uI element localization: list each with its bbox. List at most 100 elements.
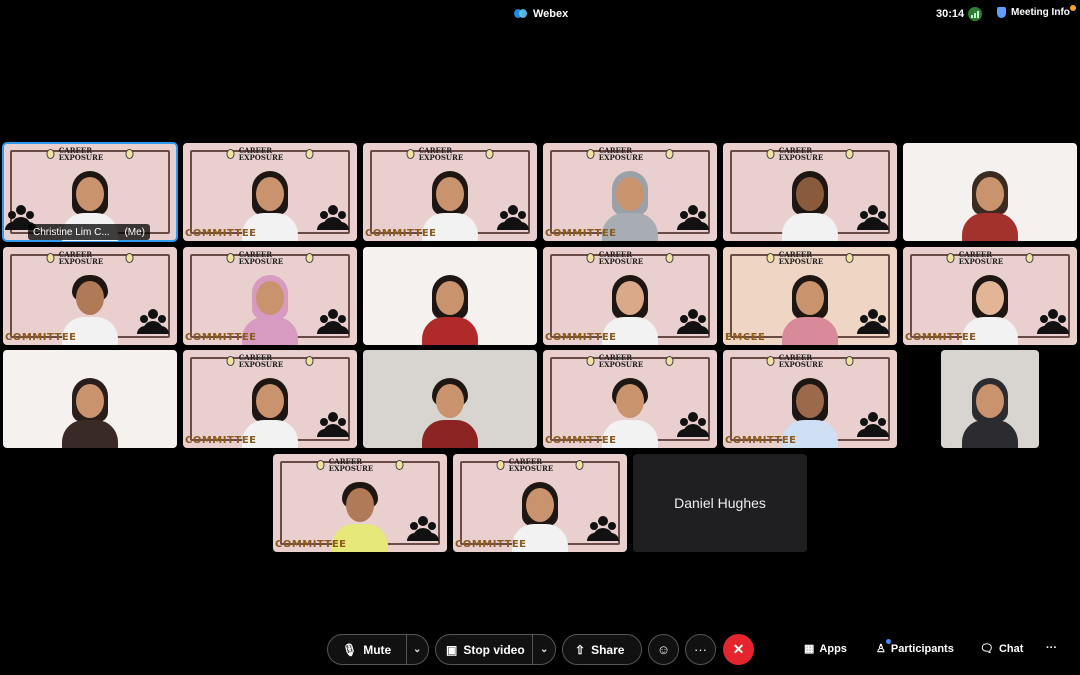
participant-tile[interactable]: CAREER EXPOSURE COMMITTEE [543,247,717,345]
participant-tile[interactable]: CAREER EXPOSURE [723,143,897,241]
people-group-icon [409,516,437,540]
seal-icon [485,149,494,159]
share-label: Share [591,642,625,657]
stop-video-button[interactable]: ▣ Stop video [436,634,532,665]
seal-icon [125,253,134,263]
participant-tile[interactable]: CAREER EXPOSURE COMMITTEE [183,350,357,448]
close-icon: ✕ [732,641,745,657]
participant-video [780,163,840,241]
participant-tile[interactable]: CAREER EXPOSURE COMMITTEE [453,454,627,552]
banner-brand: CAREER EXPOSURE [778,250,824,266]
banner-brand: CAREER EXPOSURE [238,250,284,266]
app-title: Webex [514,7,568,20]
tile-banner: CAREER EXPOSURE [226,353,314,369]
apps-button[interactable]: ▦ Apps [804,642,847,656]
participant-tile[interactable] [3,350,177,448]
chevron-down-icon[interactable]: ⌄ [533,644,555,655]
chat-button[interactable]: 🗨 Chat [980,642,1023,656]
participant-tile[interactable]: CAREER EXPOSURE EMCEE [723,247,897,345]
participant-tile[interactable]: CAREER EXPOSURE COMMITTEE [273,454,447,552]
tile-banner: CAREER EXPOSURE [226,250,314,266]
tile-banner: CAREER EXPOSURE [586,250,674,266]
banner-brand: CAREER EXPOSURE [598,353,644,369]
participant-tile[interactable] [903,143,1077,241]
seal-icon [226,149,235,159]
banner-brand: CAREER EXPOSURE [238,353,284,369]
tile-banner: CAREER EXPOSURE [946,250,1034,266]
meeting-timer: 30:14 [936,8,965,20]
overflow-button[interactable]: ··· [1046,642,1057,654]
participant-tile[interactable]: CAREER EXPOSURE COMMITTEE [3,247,177,345]
participant-tile[interactable]: CAREER EXPOSURE COMMITTEE [723,350,897,448]
shield-icon [997,7,1006,18]
participant-video [60,370,120,448]
more-icon: ··· [694,642,707,657]
participant-tile[interactable]: CAREER EXPOSURE COMMITTEE [543,350,717,448]
seal-icon [305,253,314,263]
seal-icon [305,356,314,366]
apps-icon: ▦ [804,643,815,655]
tile-banner: CAREER EXPOSURE [586,147,674,161]
tile-banner: CAREER EXPOSURE [406,147,494,161]
people-group-icon [859,205,887,229]
committee-label: COMMITTEE [5,332,77,343]
committee-label: COMMITTEE [275,539,347,550]
tile-banner: CAREER EXPOSURE [226,147,314,161]
participants-label: Participants [890,642,954,655]
seal-icon [946,253,955,263]
more-button[interactable]: ··· [685,634,716,665]
chat-icon: 🗨 [980,643,994,655]
people-group-icon [859,412,887,436]
seal-icon [316,460,325,470]
people-group-icon [589,516,617,540]
tile-banner: CAREER EXPOSURE [46,251,134,265]
seal-icon [496,460,505,470]
committee-label: COMMITTEE [455,539,527,550]
seal-icon [665,356,674,366]
seal-icon [305,149,314,159]
seal-icon [575,460,584,470]
committee-label: COMMITTEE [725,435,797,446]
tile-banner: CAREER EXPOSURE [46,146,134,162]
banner-brand: CAREER EXPOSURE [58,146,104,162]
participant-tile[interactable]: CAREER EXPOSURE COMMITTEE [903,247,1077,345]
me-tag: (Me) [124,226,145,238]
participant-name: Daniel Hughes [674,495,766,511]
participant-tile-no-video[interactable]: Daniel Hughes [633,454,807,552]
participant-tile[interactable]: CAREER EXPOSURE COMMITTEE [543,143,717,241]
meeting-controls: 🎙 Mute ⌄ ▣ Stop video ⌄ ⇧ Share ☺ ··· ✕ … [0,630,1080,670]
people-group-icon [319,412,347,436]
tile-banner: CAREER EXPOSURE [766,147,854,161]
seal-icon [766,149,775,159]
tile-banner: CAREER EXPOSURE [316,458,404,472]
people-group-icon [859,309,887,333]
people-group-icon [319,309,347,333]
participants-button[interactable]: ♙ Participants [876,639,954,655]
participant-tile[interactable]: CAREER EXPOSURE COMMITTEE [183,143,357,241]
network-icon[interactable] [968,7,982,21]
seal-icon [665,253,674,263]
participant-tile[interactable]: CAREER EXPOSURE COMMITTEE [363,143,537,241]
participant-tile[interactable]: CAREER EXPOSURE COMMITTEE [183,247,357,345]
seal-icon [845,149,854,159]
banner-brand: CAREER EXPOSURE [958,250,1004,266]
tile-banner: CAREER EXPOSURE [496,458,584,472]
people-group-icon [679,309,707,333]
meeting-info-button[interactable]: Meeting Info [997,7,1070,18]
self-name-tag: Christine Lim C... (Me) [28,224,150,240]
mute-button[interactable]: 🎙 Mute [328,634,406,665]
banner-brand: CAREER EXPOSURE [598,250,644,266]
leave-meeting-button[interactable]: ✕ [723,634,754,665]
people-group-icon [1039,309,1067,333]
participant-tile[interactable] [941,350,1039,448]
participant-tile[interactable] [363,350,537,448]
share-screen-icon: ⇧ [575,642,586,657]
people-group-icon [139,309,167,333]
chevron-down-icon[interactable]: ⌄ [407,644,429,655]
participant-tile[interactable] [363,247,537,345]
reaction-button[interactable]: ☺ [648,634,679,665]
video-camera-icon: ▣ [446,642,458,657]
overflow-icon: ··· [1046,642,1057,654]
share-button[interactable]: ⇧ Share [562,634,642,665]
seal-icon [46,149,55,159]
